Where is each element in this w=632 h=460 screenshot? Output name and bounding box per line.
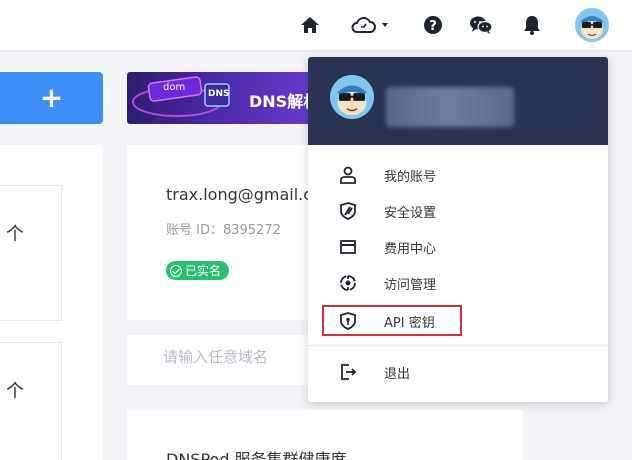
stat-box: 个 xyxy=(0,185,62,321)
stats-card: 个 个 xyxy=(0,145,103,460)
cloud-icon xyxy=(351,17,388,33)
dropdown-header xyxy=(308,57,608,145)
stat-box: 个 xyxy=(0,342,62,460)
health-card: DNSPod 服务集群健康度 xyxy=(127,410,523,460)
menu-item-my-account[interactable]: 我的账号 xyxy=(308,157,608,193)
menu-item-label: 安全设置 xyxy=(384,205,437,221)
check-circle-icon xyxy=(170,264,182,277)
highlight-box xyxy=(322,305,462,336)
domain-search xyxy=(127,335,327,385)
domain-search-input[interactable] xyxy=(163,348,323,366)
menu-item-billing[interactable]: 费用中心 xyxy=(308,229,608,265)
banner-chip-dom: dom xyxy=(163,82,186,93)
svg-text:?: ? xyxy=(429,19,437,34)
verified-badge: 已实名 xyxy=(166,261,230,280)
banner-chip-dns: DNS xyxy=(208,89,230,99)
menu-item-label: 我的账号 xyxy=(384,169,437,185)
avatar[interactable] xyxy=(575,8,609,42)
logout-icon xyxy=(338,362,358,382)
menu-item-label: 费用中心 xyxy=(384,241,437,257)
top-header: ? xyxy=(0,0,632,50)
add-domain-button[interactable]: + xyxy=(0,72,103,124)
menu-item-security[interactable]: 安全设置 xyxy=(308,193,608,229)
menu-item-label: 访问管理 xyxy=(384,277,437,293)
access-icon xyxy=(338,273,358,293)
account-card: trax.long@gmail.c 账号 ID：8395272 已实名 xyxy=(127,145,327,320)
cloud-menu-button[interactable] xyxy=(350,13,390,37)
help-icon[interactable]: ? xyxy=(421,13,445,37)
dropdown-avatar xyxy=(330,75,374,119)
menu-item-logout[interactable]: 退出 xyxy=(308,354,608,390)
user-dropdown-menu: 我的账号 安全设置 费用中心 访问管理 API 密钥 退出 xyxy=(308,57,608,402)
stat-unit: 个 xyxy=(6,381,24,402)
menu-item-label: 退出 xyxy=(384,366,411,382)
stat-unit: 个 xyxy=(6,224,24,245)
menu-item-access-management[interactable]: 访问管理 xyxy=(308,265,608,301)
health-title: DNSPod 服务集群健康度 xyxy=(166,450,347,460)
blurred-username xyxy=(386,87,514,127)
promo-banner[interactable]: dom DNS DNS解析 xyxy=(127,72,327,124)
bell-icon[interactable] xyxy=(520,13,544,37)
account-id: 账号 ID：8395272 xyxy=(166,223,281,238)
account-email: trax.long@gmail.c xyxy=(166,185,313,204)
user-icon xyxy=(338,165,358,185)
menu-divider xyxy=(308,345,608,346)
add-label: + xyxy=(39,81,64,114)
wechat-icon[interactable] xyxy=(469,13,493,37)
verified-label: 已实名 xyxy=(185,264,222,278)
billing-icon xyxy=(338,237,358,257)
shield-icon xyxy=(338,201,358,221)
home-icon[interactable] xyxy=(298,13,322,37)
